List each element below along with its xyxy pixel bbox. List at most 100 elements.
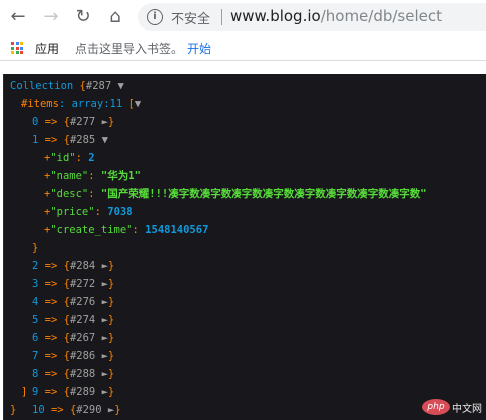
field-colon: : [94,206,108,218]
item-arrow: => [44,116,64,128]
field-colon: : [88,188,101,200]
item-index: 9 [32,386,45,398]
var-dump-panel: Collection {#287 ▼ #items: array:11 [▼ 0… [3,74,486,420]
item-index: 7 [32,350,45,362]
item-index: 2 [32,260,45,272]
collapsed-item-row[interactable]: 7 => {#286 ►} [32,347,114,365]
item-close-brace: } [32,242,39,254]
item-arrow: => [44,260,64,272]
collapsed-item-row[interactable]: 8 => {#288 ►} [32,365,114,383]
security-status[interactable]: 不安全 [171,8,210,27]
field-row: +"desc": "国产荣耀!!!凑字数凑字数凑字数凑字数凑字数凑字数凑字数凑字… [44,185,427,203]
item-close-brace: } [107,350,115,362]
expanded-item-close: } [32,239,38,257]
apps-grid-icon[interactable] [11,42,23,54]
forward-arrow-icon[interactable]: → [41,7,61,27]
item-ref: #285 [69,134,102,146]
url-path: /home/db/select [320,7,442,25]
field-row: +"create_time": 1548140567 [44,221,208,239]
item-arrow: => [44,386,64,398]
item-ref: #289 [69,386,102,398]
field-row: +"price": 7038 [44,203,133,221]
items-close-bracket: ] [21,386,28,398]
item-index: 4 [32,296,45,308]
field-key: "create_time" [50,224,133,236]
item-close-brace: } [107,296,115,308]
collapsed-item-row[interactable]: 0 => {#277 ►} [32,113,114,131]
item-close-brace: } [107,278,115,290]
root-ref: #287 [85,80,112,92]
item-arrow: => [44,134,64,146]
item-ref: #277 [69,116,102,128]
item-collapse-icon[interactable]: ▼ [102,134,108,146]
collapsed-item-row[interactable]: 3 => {#272 ►} [32,275,114,293]
item-arrow: => [44,350,64,362]
import-bookmarks-hint: 点击这里导入书签。 [75,42,184,56]
item-close-brace: } [114,404,121,416]
item-index: 3 [32,278,45,290]
item-index: 10 [32,404,51,416]
item-ref: #274 [69,314,102,326]
field-value: 2 [88,152,95,164]
root-class-name: Collection [10,80,74,92]
field-value: "国产荣耀!!!凑字数凑字数凑字数凑字数凑字数凑字数凑字数凑字数" [100,188,427,200]
field-key: "price" [50,206,95,218]
field-key: "name" [50,170,89,182]
php-cn-watermark: php 中文网 [422,398,484,416]
field-colon: : [132,224,146,236]
back-arrow-icon[interactable]: ← [8,7,28,27]
item-index: 5 [32,314,45,326]
item-close-brace: } [107,314,115,326]
start-import-link[interactable]: 开始 [187,40,211,57]
info-icon[interactable]: i [147,9,163,25]
root-close-brace: } [10,404,17,416]
address-divider [221,9,222,25]
item-index: 1 [32,134,45,146]
collapsed-item-row[interactable]: 10 => {#290 ►} [32,401,121,419]
item-close-brace: } [107,368,115,380]
item-ref: #290 [76,404,108,416]
item-arrow: => [44,332,64,344]
item-close-brace: } [107,332,115,344]
field-value: 7038 [107,206,133,218]
item-arrow: => [44,278,64,290]
field-colon: : [88,170,101,182]
items-meta: array:11 [71,98,123,110]
item-index: 6 [32,332,45,344]
item-ref: #286 [69,350,102,362]
item-close-brace: } [107,260,115,272]
collapsed-item-row[interactable]: 6 => {#267 ►} [32,329,114,347]
item-close-brace: } [107,116,115,128]
field-value: "华为1" [100,170,141,182]
collapsed-item-row[interactable]: 5 => {#274 ►} [32,311,114,329]
reload-icon[interactable]: ↻ [73,7,93,27]
field-value: 1548140567 [145,224,209,236]
collapsed-item-row[interactable]: 2 => {#284 ►} [32,257,114,275]
url-host: www.blog.io [230,7,321,25]
url-text[interactable]: www.blog.io/home/db/select [230,7,442,25]
field-row: +"id": 2 [44,149,95,167]
bookmarks-bar: 应用 点击这里导入书签。 开始 [0,34,486,61]
collapsed-item-row[interactable]: 9 => {#289 ►} [32,383,114,401]
dump-root-line: Collection {#287 ▼ [10,77,124,95]
field-colon: : [75,152,89,164]
field-key: "id" [50,152,76,164]
address-bar[interactable]: i 不安全 www.blog.io/home/db/select [138,3,486,31]
item-arrow: => [50,404,70,416]
field-key: "desc" [50,188,89,200]
item-index: 8 [32,368,45,380]
apps-bookmark[interactable]: 应用 [35,40,59,57]
items-close-line: ] [21,383,27,401]
item-ref: #272 [69,278,102,290]
home-icon[interactable]: ⌂ [105,7,125,27]
items-key: #items [21,98,59,110]
root-close-line: } [10,401,16,419]
collapsed-item-row[interactable]: 4 => {#276 ►} [32,293,114,311]
dump-items-line: #items: array:11 [▼ [21,98,142,110]
php-logo: php [422,399,450,415]
root-toggle-icon[interactable]: ▼ [118,80,124,92]
items-toggle-icon[interactable]: ▼ [135,98,141,110]
expanded-item-row[interactable]: 1 => {#285 ▼ [32,131,108,149]
item-ref: #276 [69,296,102,308]
browser-toolbar: ← → ↻ ⌂ i 不安全 www.blog.io/home/db/select [0,0,486,34]
